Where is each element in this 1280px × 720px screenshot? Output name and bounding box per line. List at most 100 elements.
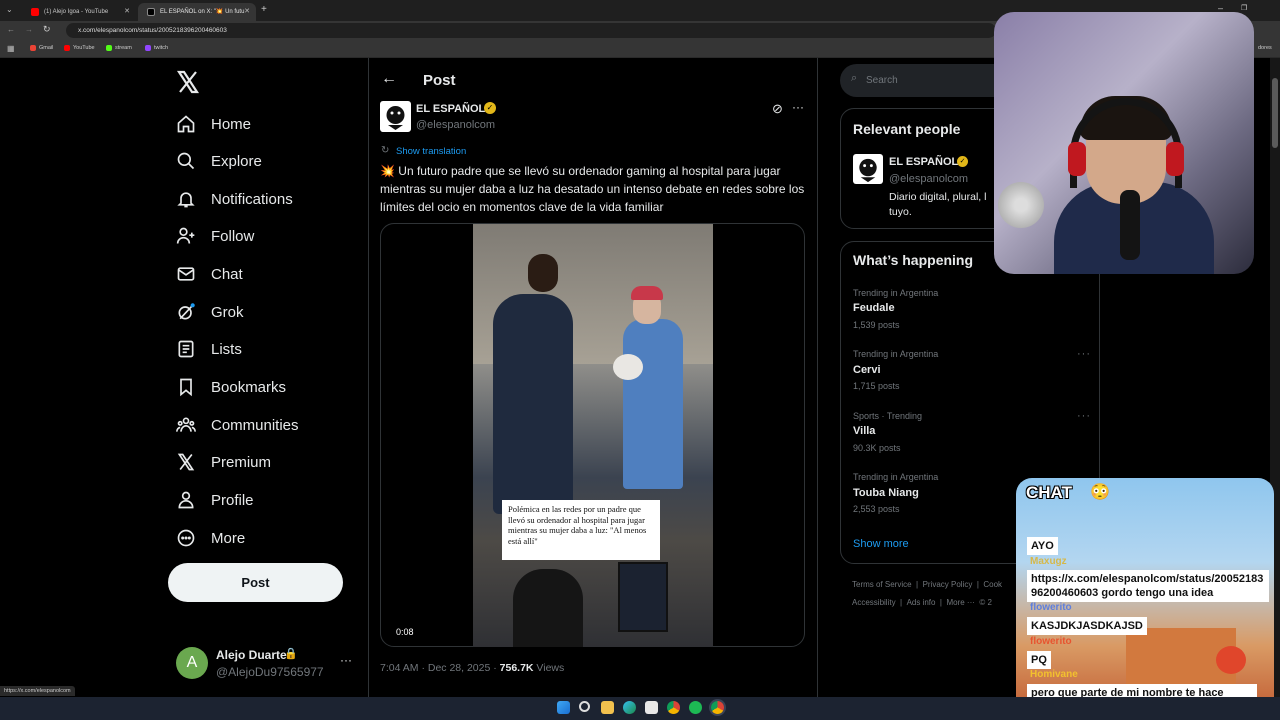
back-icon[interactable]: ← bbox=[7, 25, 15, 34]
all-bookmarks-label[interactable]: dores bbox=[1258, 45, 1272, 51]
more-link[interactable]: More ··· bbox=[946, 598, 974, 607]
x-logo-icon[interactable] bbox=[176, 70, 200, 94]
chat-message: PQ bbox=[1027, 651, 1051, 669]
relevant-handle[interactable]: @elespanolcom bbox=[889, 173, 968, 185]
copyright: © 2 bbox=[979, 598, 992, 607]
relevant-name[interactable]: EL ESPAÑOL bbox=[889, 156, 958, 168]
video-scene-gamer bbox=[513, 569, 583, 647]
video-scene-baby bbox=[613, 354, 643, 380]
terms-link[interactable]: Terms of Service bbox=[852, 580, 912, 589]
restore-window-button[interactable]: ❐ bbox=[1241, 4, 1247, 12]
search-icon bbox=[177, 152, 195, 170]
footer-links-row1: Terms of Service | Privacy Policy | Cook bbox=[852, 580, 1014, 589]
reload-icon[interactable]: ↻ bbox=[43, 24, 51, 35]
grok-explain-icon[interactable]: ⊘ bbox=[772, 101, 783, 117]
chat-message: https://x.com/elespanolcom/status/200521… bbox=[1027, 570, 1269, 602]
ads-info-link[interactable]: Ads info bbox=[907, 598, 936, 607]
chrome-active-icon[interactable] bbox=[711, 701, 724, 714]
account-more-icon[interactable]: ··· bbox=[340, 653, 352, 667]
close-tab-icon[interactable]: ✕ bbox=[124, 3, 130, 21]
trend-more-icon[interactable]: ··· bbox=[1077, 348, 1091, 360]
file-explorer-icon[interactable] bbox=[601, 701, 614, 714]
trend-more-icon[interactable]: ··· bbox=[1077, 410, 1091, 422]
nav-communities[interactable]: Communities bbox=[176, 411, 299, 439]
nav-home[interactable]: Home bbox=[176, 110, 251, 138]
views-label: Views bbox=[533, 662, 565, 674]
video-time: 0:08 bbox=[396, 627, 414, 637]
person-icon bbox=[178, 491, 194, 509]
nav-notifications[interactable]: Notifications bbox=[176, 185, 293, 213]
trend-title: Touba Niang bbox=[853, 487, 919, 499]
tab-youtube[interactable]: (1) Alejo Igoa - YouTube ✕ bbox=[22, 3, 136, 21]
search-input[interactable]: Search bbox=[866, 75, 898, 86]
show-more-link[interactable]: Show more bbox=[853, 538, 909, 550]
status-bar-url: https://x.com/elespanolcom bbox=[0, 686, 75, 696]
new-tab-button[interactable]: + bbox=[261, 4, 267, 15]
home-icon bbox=[177, 115, 195, 133]
nav-explore[interactable]: Explore bbox=[176, 147, 262, 175]
webcam-microphone bbox=[1120, 190, 1140, 260]
youtube-favicon-icon bbox=[31, 8, 39, 16]
author-avatar[interactable] bbox=[380, 101, 411, 132]
apps-icon[interactable]: ▦ bbox=[7, 44, 15, 53]
show-translation-link[interactable]: Show translation bbox=[396, 146, 466, 157]
windows-start-icon[interactable] bbox=[557, 701, 570, 714]
x-premium-icon bbox=[177, 453, 195, 471]
close-tab-icon[interactable]: ✕ bbox=[244, 3, 250, 21]
tab-search-icon[interactable]: ⌄ bbox=[6, 5, 13, 14]
edge-icon[interactable] bbox=[623, 701, 636, 714]
more-circle-icon bbox=[177, 529, 195, 547]
lock-icon: 🔒 bbox=[284, 648, 298, 660]
bookmark-gmail[interactable]: Gmail bbox=[30, 45, 53, 51]
chrome-icon[interactable] bbox=[667, 701, 680, 714]
trend-meta: Trending in Argentina bbox=[853, 472, 939, 482]
nav-bookmarks[interactable]: Bookmarks bbox=[176, 373, 286, 401]
forward-icon[interactable]: → bbox=[25, 25, 33, 34]
relevant-bio-line1: Diario digital, plural, l bbox=[889, 191, 987, 203]
nav-follow[interactable]: Follow bbox=[176, 222, 254, 250]
bookmark-twitch[interactable]: twitch bbox=[145, 45, 168, 51]
scrollbar-thumb[interactable] bbox=[1272, 78, 1278, 148]
relevant-people-heading: Relevant people bbox=[853, 121, 961, 137]
nav-lists[interactable]: Lists bbox=[176, 335, 242, 363]
list-icon bbox=[178, 340, 194, 358]
back-arrow-icon[interactable]: ← bbox=[381, 70, 397, 88]
nav-premium[interactable]: Premium bbox=[176, 448, 271, 476]
nav-grok[interactable]: Grok bbox=[176, 298, 244, 326]
footer-sep: | bbox=[976, 580, 979, 589]
trend-meta: Trending in Argentina bbox=[853, 349, 939, 359]
taskbar-search-icon[interactable] bbox=[579, 701, 590, 712]
whats-happening-heading: What’s happening bbox=[853, 252, 974, 268]
post-text: 💥 Un futuro padre que se llevó su ordena… bbox=[380, 164, 805, 214]
store-icon[interactable] bbox=[645, 701, 658, 714]
privacy-link[interactable]: Privacy Policy bbox=[923, 580, 973, 589]
tab-x-post[interactable]: EL ESPAÑOL on X: "💥 Un futu ✕ bbox=[138, 3, 256, 21]
footer-sep: | bbox=[939, 598, 942, 607]
url-field[interactable]: x.com/elespanolcom/status/20052183962004… bbox=[66, 23, 996, 38]
author-handle[interactable]: @elespanolcom bbox=[416, 119, 495, 131]
spotify-icon[interactable] bbox=[689, 701, 702, 714]
trend-meta: Sports · Trending bbox=[853, 411, 923, 421]
cookie-link[interactable]: Cook bbox=[983, 580, 1002, 589]
bookmark-youtube[interactable]: YouTube bbox=[64, 45, 95, 51]
accessibility-link[interactable]: Accessibility bbox=[852, 598, 896, 607]
nav-more[interactable]: More bbox=[176, 524, 245, 552]
nav-profile[interactable]: Profile bbox=[176, 486, 254, 514]
nav-chat[interactable]: Chat bbox=[176, 260, 243, 288]
tab-label: (1) Alejo Igoa - YouTube bbox=[44, 9, 109, 15]
account-switcher[interactable]: A Alejo Duarte 🔒 @AlejoDu97565977 ··· bbox=[176, 647, 356, 683]
post-button[interactable]: Post bbox=[168, 563, 343, 602]
page-title: Post bbox=[423, 72, 456, 89]
video-caption-card: Polémica en las redes por un padre que l… bbox=[502, 500, 660, 560]
trend-count: 1,715 posts bbox=[853, 381, 900, 391]
post-more-icon[interactable]: ··· bbox=[792, 100, 804, 114]
youtube-icon bbox=[64, 45, 70, 51]
chat-message: KASJDKJASDKAJSD bbox=[1027, 617, 1147, 635]
relevant-bio-line2: tuyo. bbox=[889, 206, 912, 218]
relevant-avatar[interactable] bbox=[853, 154, 883, 184]
bookmark-stream[interactable]: stream bbox=[106, 45, 132, 51]
gmail-icon bbox=[30, 45, 36, 51]
post-timestamp[interactable]: 7:04 AM · Dec 28, 2025 · bbox=[380, 662, 500, 674]
webcam-overlay bbox=[994, 12, 1254, 274]
author-name[interactable]: EL ESPAÑOL bbox=[416, 103, 485, 115]
